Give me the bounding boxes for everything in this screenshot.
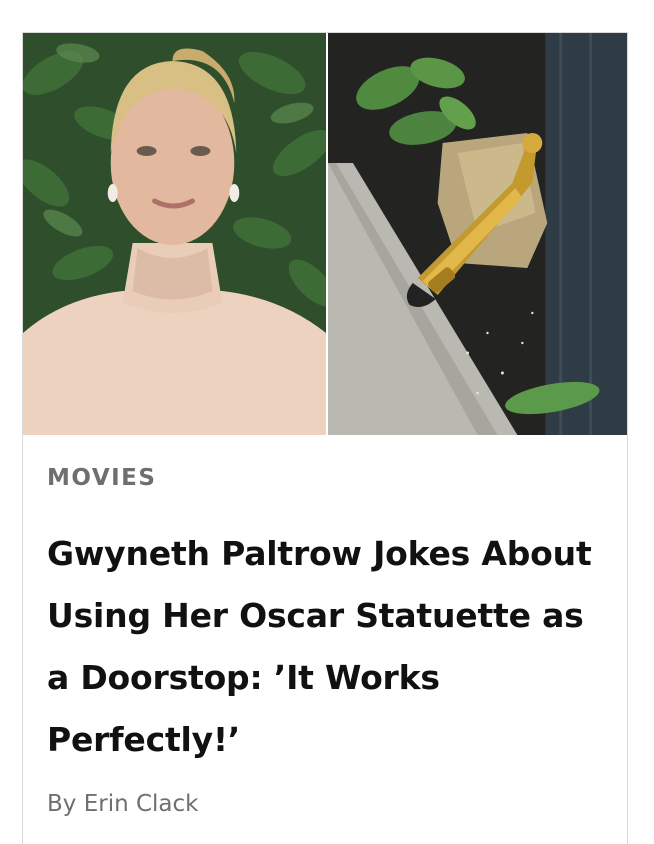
byline-prefix: By [47,791,77,817]
portrait-photo [23,33,326,435]
oscar-doorstop-photo [328,33,627,435]
author-link[interactable]: Erin Clack [84,791,199,817]
article-card[interactable]: MOVIES Gwyneth Paltrow Jokes About Using… [22,32,628,844]
byline: By Erin Clack [47,791,198,817]
article-title[interactable]: Gwyneth Paltrow Jokes About Using Her Os… [47,523,607,771]
category-label[interactable]: MOVIES [47,465,156,491]
article-hero-image[interactable] [23,33,627,435]
